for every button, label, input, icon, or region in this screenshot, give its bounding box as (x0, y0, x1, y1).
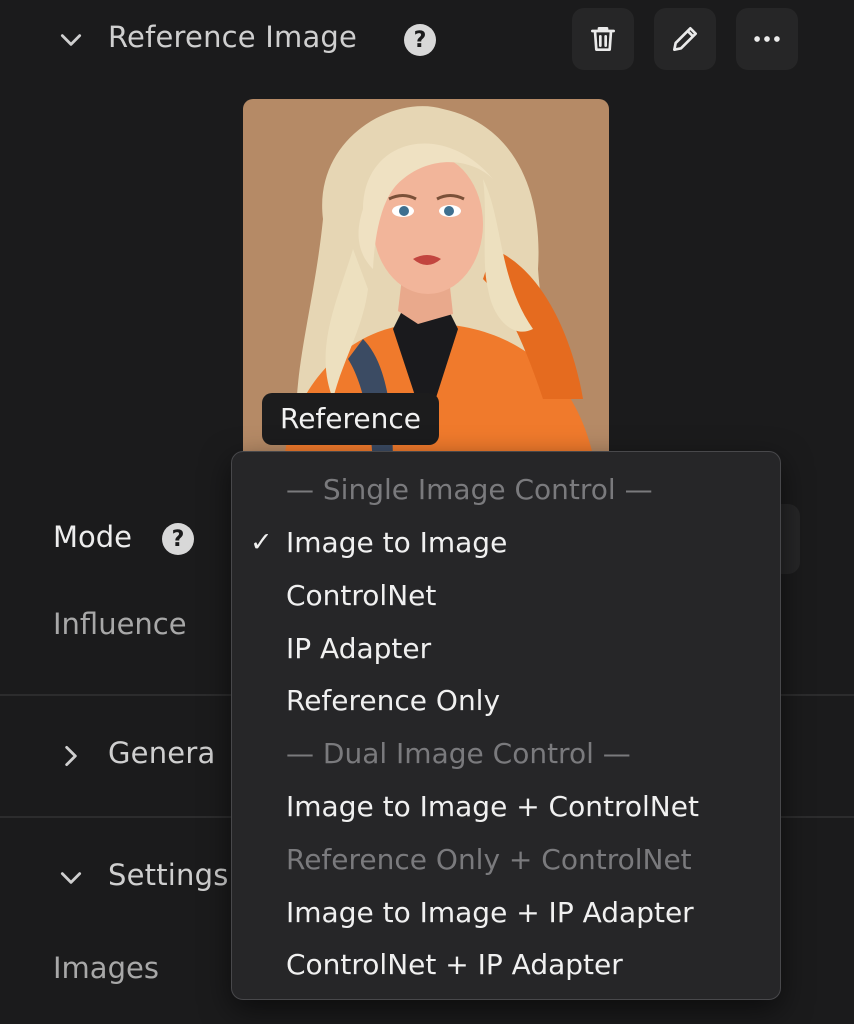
delete-button[interactable] (572, 8, 634, 70)
settings-section-title: Settings (108, 858, 229, 892)
menu-group-header-single: — Single Image Control — (286, 473, 653, 506)
chevron-down-icon (60, 872, 82, 884)
menu-item-ip-adapter[interactable]: IP Adapter (286, 623, 431, 675)
edit-button[interactable] (654, 8, 716, 70)
checkmark-icon: ✓ (250, 527, 273, 558)
question-circle-icon[interactable]: ? (162, 523, 194, 555)
menu-item-reference-only[interactable]: Reference Only (286, 675, 500, 727)
menu-item-controlnet-ip-adapter[interactable]: ControlNet + IP Adapter (286, 939, 623, 991)
pencil-icon (673, 27, 697, 51)
chevron-down-icon (60, 34, 82, 46)
ellipsis-icon (754, 36, 780, 42)
influence-label: Influence (53, 607, 187, 641)
menu-item-controlnet[interactable]: ControlNet (286, 570, 436, 622)
chevron-right-icon (65, 745, 77, 767)
reference-image-header[interactable]: Reference Image ? (0, 10, 854, 70)
images-label: Images (53, 951, 159, 985)
mode-dropdown-menu[interactable]: — Single Image Control — ✓ Image to Imag… (231, 451, 781, 1000)
menu-item-image-to-image[interactable]: Image to Image (286, 517, 507, 569)
more-options-button[interactable] (736, 8, 798, 70)
reference-image-title: Reference Image (108, 20, 358, 54)
mode-label: Mode (53, 520, 133, 554)
menu-item-image-to-image-controlnet[interactable]: Image to Image + ControlNet (286, 781, 699, 833)
question-circle-icon[interactable]: ? (404, 24, 436, 56)
reference-tag: Reference (262, 393, 439, 445)
general-section-title: Genera (108, 736, 216, 770)
menu-item-reference-only-controlnet: Reference Only + ControlNet (286, 843, 692, 876)
trash-icon (591, 27, 615, 51)
menu-group-header-dual: — Dual Image Control — (286, 737, 631, 770)
menu-item-image-to-image-ip-adapter[interactable]: Image to Image + IP Adapter (286, 887, 694, 939)
